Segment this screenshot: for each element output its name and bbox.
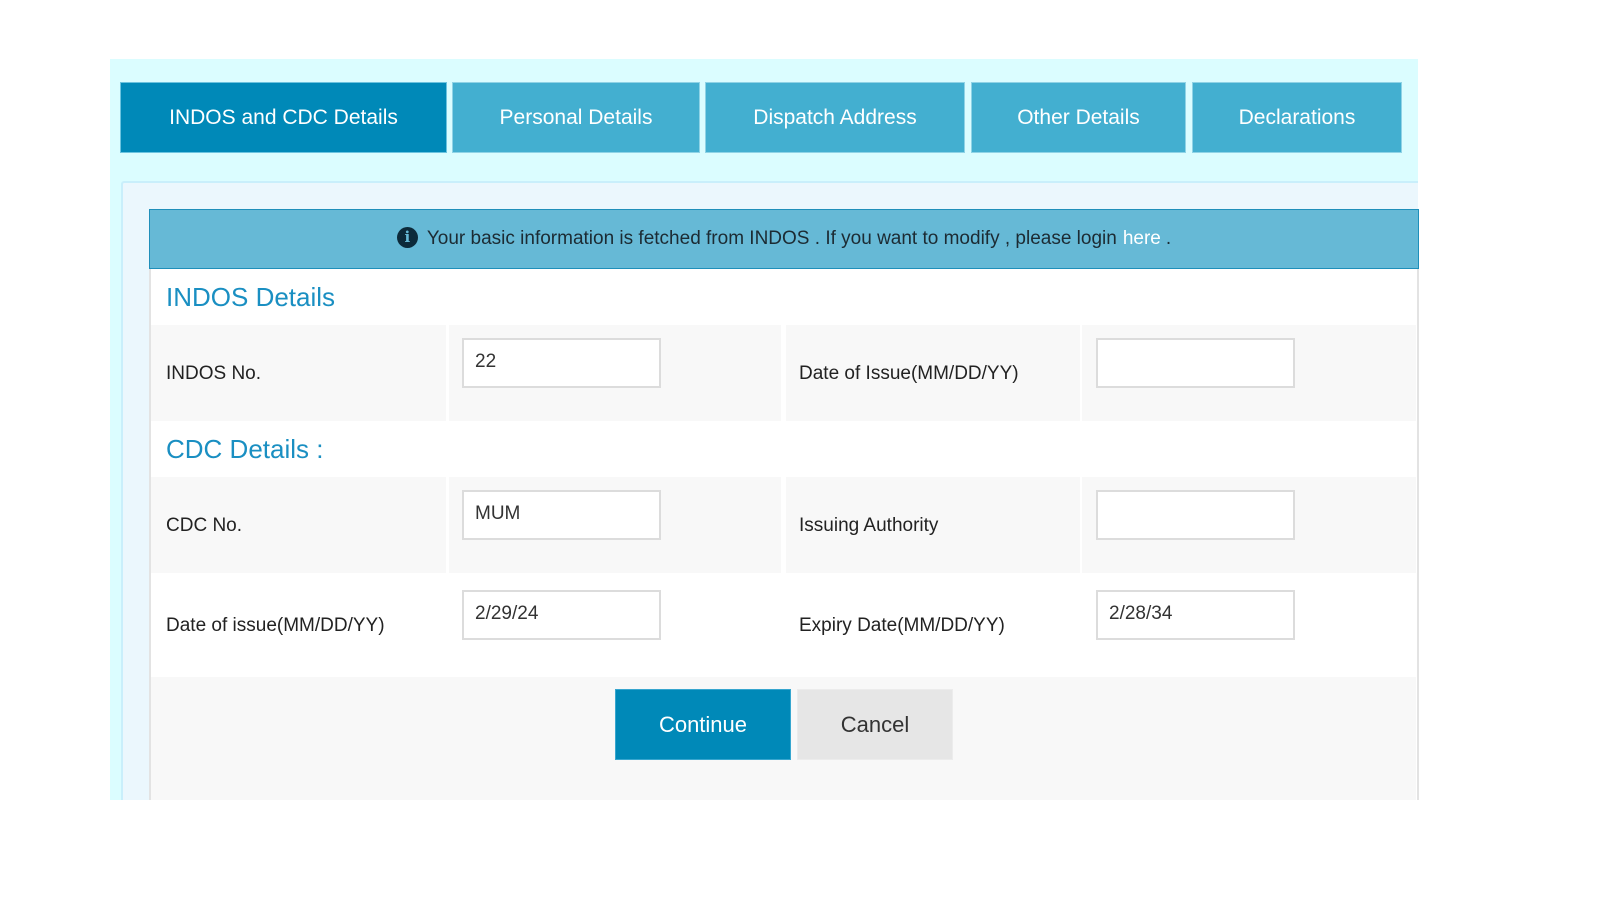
login-here-link[interactable]: here	[1123, 228, 1161, 250]
tab-personal-details[interactable]: Personal Details	[452, 82, 700, 153]
expiry-date-input[interactable]	[1096, 590, 1295, 640]
cdc-date-of-issue-label: Date of issue(MM/DD/YY)	[166, 615, 385, 636]
info-banner-text: Your basic information is fetched from I…	[426, 228, 1117, 249]
indos-no-input[interactable]	[462, 338, 661, 388]
expiry-date-label: Expiry Date(MM/DD/YY)	[799, 615, 1005, 636]
info-banner: i Your basic information is fetched from…	[149, 209, 1419, 269]
indos-date-of-issue-label: Date of Issue(MM/DD/YY)	[799, 363, 1019, 384]
issuing-authority-input[interactable]	[1096, 490, 1295, 540]
tab-label: Dispatch Address	[753, 105, 917, 129]
tab-other-details[interactable]: Other Details	[971, 82, 1186, 153]
tab-label: Declarations	[1238, 105, 1356, 129]
cdc-date-of-issue-input[interactable]	[462, 590, 661, 640]
cdc-no-input[interactable]	[462, 490, 661, 540]
tab-indos-cdc-details[interactable]: INDOS and CDC Details	[120, 82, 447, 153]
tab-label: Other Details	[1017, 105, 1140, 129]
cancel-button[interactable]: Cancel	[797, 689, 953, 760]
info-banner-suffix: .	[1165, 228, 1172, 249]
cdc-no-label: CDC No.	[166, 515, 243, 536]
info-circle-icon: i	[396, 226, 418, 248]
indos-date-of-issue-input[interactable]	[1096, 338, 1295, 388]
issuing-authority-label: Issuing Authority	[799, 515, 939, 536]
tab-declarations[interactable]: Declarations	[1192, 82, 1402, 153]
tab-label: Personal Details	[499, 105, 653, 129]
tab-label: INDOS and CDC Details	[169, 105, 398, 129]
indos-no-label: INDOS No.	[166, 363, 262, 384]
cdc-details-heading: CDC Details :	[166, 434, 324, 464]
tab-dispatch-address[interactable]: Dispatch Address	[705, 82, 965, 153]
indos-details-heading: INDOS Details	[166, 282, 336, 312]
continue-button[interactable]: Continue	[615, 689, 791, 760]
